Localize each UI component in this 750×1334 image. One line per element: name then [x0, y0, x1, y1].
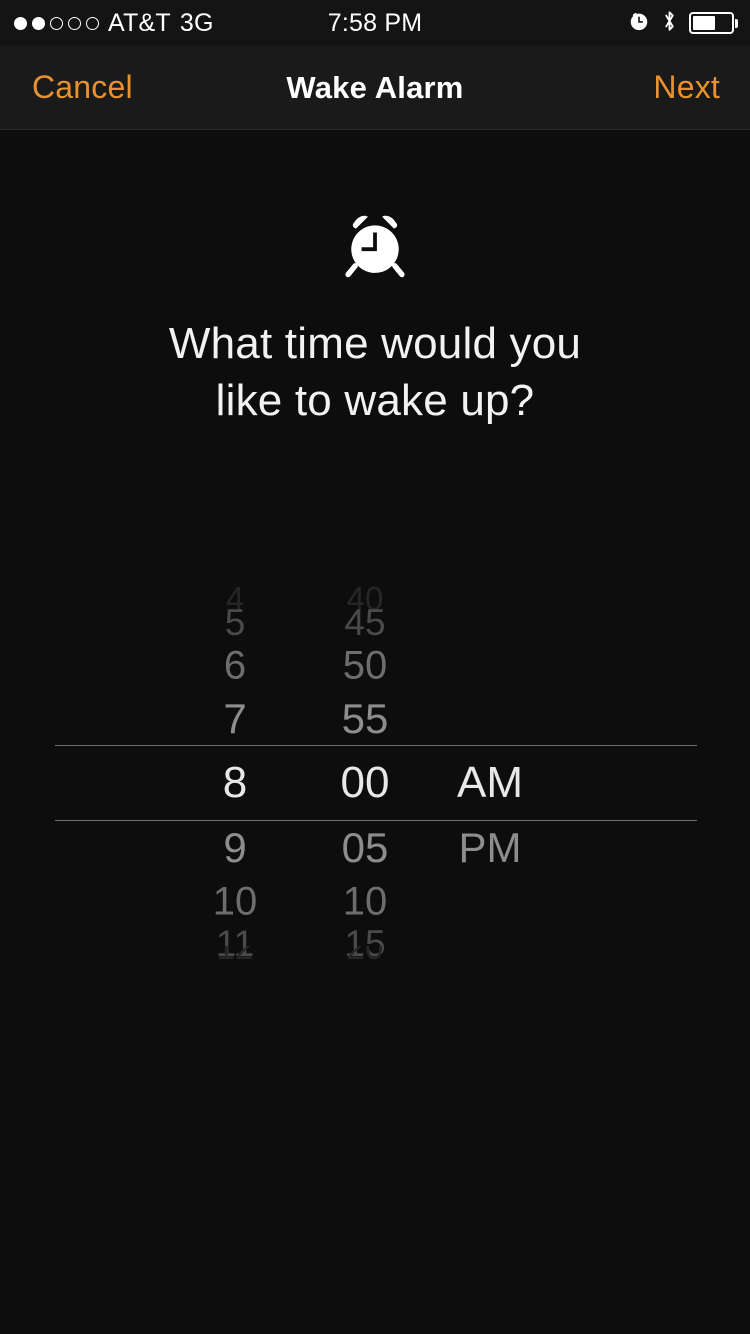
picker-selection-line-top: [55, 745, 697, 746]
picker-hour-selected[interactable]: 8: [223, 758, 247, 808]
status-bar-right: [628, 9, 750, 38]
picker-hour-cell[interactable]: 6: [224, 644, 246, 689]
alarm-clock-illustration-wrap: [0, 130, 750, 289]
picker-selection-line-bottom: [55, 820, 697, 821]
picker-minute-cell[interactable]: 15: [344, 923, 385, 965]
signal-dot-1: [14, 16, 27, 30]
network-type-label: 3G: [179, 8, 214, 37]
picker-period-cell[interactable]: PM: [459, 824, 522, 872]
next-button[interactable]: Next: [653, 69, 750, 106]
picker-minute-cell[interactable]: 45: [344, 602, 385, 644]
picker-row[interactable]: 7 55: [0, 692, 750, 746]
main-content: What time would you like to wake up? 4 4…: [0, 130, 750, 1334]
picker-row[interactable]: 9 05 PM: [0, 821, 750, 875]
headline-line-1: What time would you: [168, 319, 582, 368]
time-picker-rows[interactable]: 4 40 5 45 6 50 7 55 8 00 AM 9 05 PM 10 1…: [0, 580, 750, 990]
headline-line-2: like to wake up?: [215, 376, 535, 425]
battery-fill: [692, 16, 715, 30]
picker-row[interactable]: 5 45: [0, 596, 750, 650]
page-headline: What time would you like to wake up?: [0, 315, 750, 429]
picker-minute-cell[interactable]: 50: [343, 644, 388, 689]
carrier-label: AT&T: [108, 8, 171, 37]
picker-minute-cell[interactable]: 10: [343, 880, 388, 925]
battery-cap: [735, 18, 738, 28]
picker-hour-cell[interactable]: 5: [225, 602, 246, 644]
picker-hour-cell[interactable]: 7: [223, 695, 246, 743]
picker-period-selected[interactable]: AM: [457, 758, 523, 808]
status-bar-left: AT&T 3G: [0, 9, 214, 38]
picker-hour-cell[interactable]: 10: [213, 880, 258, 925]
signal-dot-2: [32, 16, 45, 30]
picker-row[interactable]: 12 20: [0, 946, 750, 962]
picker-hour-cell[interactable]: 12: [217, 946, 254, 962]
picker-row[interactable]: 6 50: [0, 639, 750, 693]
picker-minute-cell[interactable]: 05: [342, 824, 389, 872]
bluetooth-icon: [662, 9, 677, 38]
picker-hour-cell[interactable]: 9: [223, 824, 246, 872]
picker-hour-cell[interactable]: 11: [216, 923, 254, 965]
picker-row[interactable]: 10 10: [0, 875, 750, 929]
status-bar-clock: 7:58 PM: [327, 8, 423, 37]
picker-hour-cell[interactable]: 4: [226, 580, 244, 618]
picker-minute-selected[interactable]: 00: [341, 758, 390, 808]
signal-dot-3: [50, 16, 63, 30]
picker-row[interactable]: 11 15: [0, 917, 750, 971]
time-picker[interactable]: 4 40 5 45 6 50 7 55 8 00 AM 9 05 PM 10 1…: [0, 580, 750, 990]
picker-row[interactable]: 4 40: [0, 580, 750, 618]
signal-dot-5: [86, 16, 99, 30]
battery-icon: [688, 12, 738, 34]
signal-strength-dots: [14, 16, 99, 30]
cancel-button[interactable]: Cancel: [0, 69, 133, 106]
status-bar: AT&T 3G 7:58 PM: [0, 0, 750, 46]
picker-minute-cell[interactable]: 40: [347, 580, 384, 618]
alarm-clock-icon: [337, 208, 413, 289]
picker-row-selected[interactable]: 8 00 AM: [0, 756, 750, 810]
picker-minute-cell[interactable]: 20: [347, 946, 384, 962]
alarm-clock-icon: [628, 10, 650, 37]
signal-dot-4: [68, 16, 81, 30]
picker-minute-cell[interactable]: 55: [342, 695, 389, 743]
battery-body: [688, 12, 734, 34]
navigation-bar: Cancel Wake Alarm Next: [0, 46, 750, 130]
